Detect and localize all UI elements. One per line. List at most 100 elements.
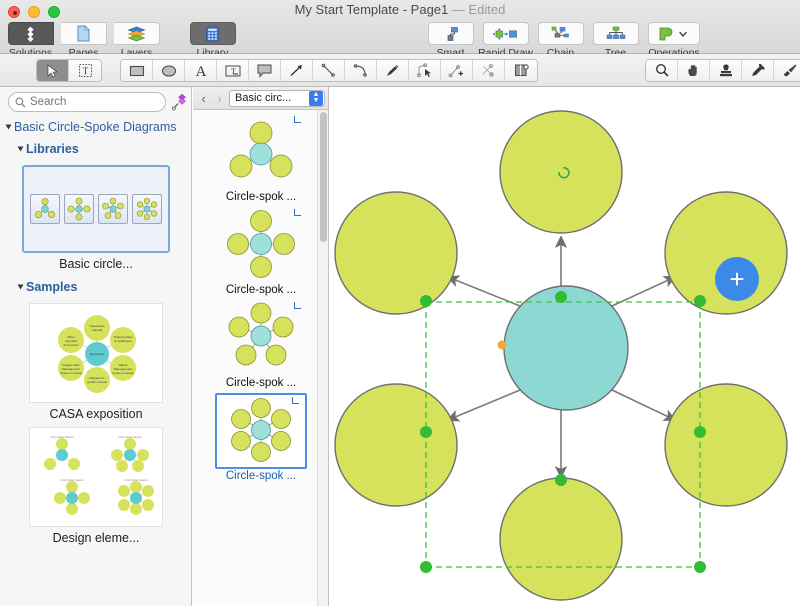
shape-preview-3-spoke[interactable] xyxy=(215,114,307,190)
svg-text:manual: manual xyxy=(92,328,102,332)
mini-preview-6-spoke xyxy=(132,194,162,224)
search-icon xyxy=(15,97,26,108)
stamp-tool[interactable] xyxy=(710,60,742,81)
library-list-item[interactable]: Circle-spok ... xyxy=(202,300,320,389)
expand-corner-icon xyxy=(294,116,301,123)
sample-block-design-elements: Circle-Spoke Diagram Circle-Spoke Diagra… xyxy=(0,427,191,545)
spoke-node-bottom[interactable] xyxy=(499,477,623,601)
shape-preview-6-spoke[interactable] xyxy=(215,393,307,469)
pen-tool[interactable] xyxy=(377,60,409,81)
library-list-item-selected[interactable]: Circle-spok ... xyxy=(202,393,320,482)
handle-lower-right-bottom[interactable] xyxy=(694,561,706,573)
library-forward-icon[interactable]: › xyxy=(213,91,226,106)
library-selector-dropdown[interactable]: Basic circ... ▲ ▼ xyxy=(229,89,325,107)
paintbrush-tool[interactable] xyxy=(774,60,800,81)
arc-tool[interactable] xyxy=(345,60,377,81)
library-panel: ‹ › Basic circ... ▲ ▼ Circle-spok ... Ci… xyxy=(193,87,329,606)
layers-icon xyxy=(113,22,160,45)
library-item-caption: Circle-spok ... xyxy=(225,377,297,389)
hub-node[interactable] xyxy=(503,285,629,411)
rectangle-tool[interactable] xyxy=(121,60,153,81)
tree-group-samples[interactable]: Samples xyxy=(0,277,191,297)
library-scrollbar-thumb[interactable] xyxy=(320,112,327,242)
library-thumbnail-basic-circle[interactable] xyxy=(22,165,170,253)
svg-text:goods manual: goods manual xyxy=(87,380,107,384)
handle-lower-left-bottom[interactable] xyxy=(420,561,432,573)
plus-icon: + xyxy=(729,264,745,294)
eyedropper-tool[interactable] xyxy=(742,60,774,81)
text-select-tool[interactable]: T xyxy=(69,60,101,81)
solutions-icon xyxy=(7,22,54,45)
hand-tool[interactable] xyxy=(678,60,710,81)
hotspot-tool[interactable] xyxy=(505,60,537,81)
tree-root-basic-circle-spoke[interactable]: Basic Circle-Spoke Diagrams xyxy=(0,117,191,137)
search-input[interactable] xyxy=(30,96,150,108)
search-box[interactable] xyxy=(8,92,166,112)
handle-upper-right-top[interactable] xyxy=(694,295,706,307)
zoom-tool[interactable] xyxy=(646,60,678,81)
library-back-icon[interactable]: ‹ xyxy=(197,91,210,106)
spoke-node-lower-right[interactable] xyxy=(664,383,788,507)
title-bar: My Start Template - Page1 — Edited Solut… xyxy=(0,0,800,59)
handle-left-mid[interactable] xyxy=(420,426,432,438)
svg-text:documents: documents xyxy=(63,343,79,347)
text-tool[interactable]: A xyxy=(185,60,217,81)
chevron-updown-icon: ▲ ▼ xyxy=(309,90,323,106)
text-box-tool[interactable]: T xyxy=(217,60,249,81)
edit-node-tool[interactable] xyxy=(409,60,441,81)
library-shape-list[interactable]: Circle-spok ... Circle-spok ... Circle-s… xyxy=(193,110,328,606)
expand-corner-icon xyxy=(294,302,301,309)
svg-text:System manual: System manual xyxy=(60,371,82,375)
disclosure-triangle-icon[interactable] xyxy=(17,146,24,152)
add-shape-button[interactable]: + xyxy=(715,257,759,301)
mini-preview-3-spoke xyxy=(30,194,60,224)
solutions-search-icon[interactable] xyxy=(171,92,190,112)
diagram-canvas[interactable]: + xyxy=(330,87,800,606)
svg-text:T: T xyxy=(231,67,236,76)
sample-thumbnail-casa[interactable]: Operations manual Other manuals/documents … xyxy=(29,303,163,403)
disclosure-triangle-icon[interactable] xyxy=(5,124,12,130)
library-icon xyxy=(189,22,236,45)
handle-bottom-node-top[interactable] xyxy=(555,474,567,486)
spoke-node-upper-left[interactable] xyxy=(334,191,458,315)
handle-right-mid[interactable] xyxy=(694,426,706,438)
sample-block-casa: Operations manual Other manuals/documents … xyxy=(0,303,191,421)
svg-text:Exposition: Exposition xyxy=(90,352,105,356)
view-tool-group xyxy=(645,59,800,82)
callout-tool[interactable] xyxy=(249,60,281,81)
smart-connector-icon xyxy=(427,22,474,45)
tree-group-libraries[interactable]: Libraries xyxy=(0,139,191,159)
library-thumbnail-block: Basic circle... xyxy=(0,165,191,271)
arrow-tool[interactable] xyxy=(281,60,313,81)
handle-hub-left-orange[interactable] xyxy=(497,340,507,350)
selection-tool-group: T xyxy=(36,59,102,82)
svg-text:& syllabuses: & syllabuses xyxy=(114,339,132,343)
sample-caption-casa: CASA exposition xyxy=(49,407,143,421)
library-selector-label: Basic circ... xyxy=(235,92,292,104)
mini-preview-5-spoke xyxy=(98,194,128,224)
handle-top-node-bottom[interactable] xyxy=(555,291,567,303)
ellipse-tool[interactable] xyxy=(153,60,185,81)
library-panel-header: ‹ › Basic circ... ▲ ▼ xyxy=(193,87,328,110)
delete-node-tool[interactable] xyxy=(473,60,505,81)
drawing-toolbar: T A T xyxy=(0,54,800,87)
pointer-tool[interactable] xyxy=(37,60,69,81)
sidebar-search-row xyxy=(0,87,191,117)
library-scrollbar[interactable] xyxy=(317,110,328,606)
shape-tool-group: A T xyxy=(120,59,538,82)
disclosure-triangle-icon[interactable] xyxy=(17,284,24,290)
solutions-sidebar: Basic Circle-Spoke Diagrams Libraries xyxy=(0,87,192,606)
library-list-item[interactable]: Circle-spok ... xyxy=(202,207,320,296)
spoke-node-lower-left[interactable] xyxy=(334,383,458,507)
add-node-tool[interactable] xyxy=(441,60,473,81)
sample-thumbnail-design-elements[interactable]: Circle-Spoke Diagram Circle-Spoke Diagra… xyxy=(29,427,163,527)
handle-upper-left-top[interactable] xyxy=(420,295,432,307)
line-tool[interactable] xyxy=(313,60,345,81)
spoke-node-top[interactable] xyxy=(499,110,623,234)
shape-preview-4-spoke[interactable] xyxy=(215,207,307,283)
shape-preview-5-spoke[interactable] xyxy=(215,300,307,376)
document-title-text: My Start Template - Page1 xyxy=(294,2,449,17)
library-list-item[interactable]: Circle-spok ... xyxy=(202,114,320,203)
operations-icon xyxy=(648,22,700,45)
circle-spoke-diagram[interactable] xyxy=(330,87,800,606)
